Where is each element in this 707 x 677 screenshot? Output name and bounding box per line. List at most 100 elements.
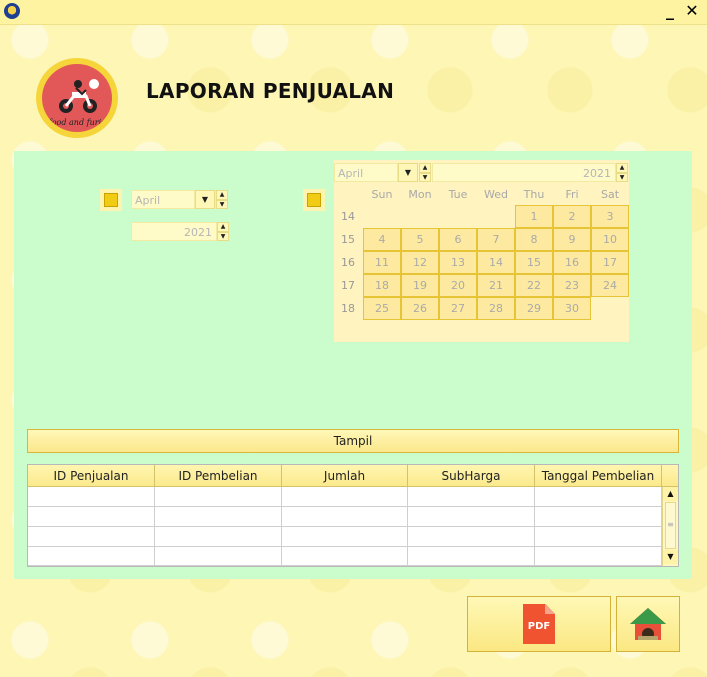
- calendar-day[interactable]: 5: [401, 228, 439, 251]
- column-header[interactable]: Jumlah: [282, 465, 408, 487]
- spin-up-icon[interactable]: ▲: [419, 163, 431, 173]
- calendar-day[interactable]: 22: [515, 274, 553, 297]
- spin-up-icon[interactable]: ▲: [217, 222, 229, 232]
- weekday-label: Sat: [600, 188, 620, 201]
- table-cell[interactable]: [408, 507, 535, 527]
- pdf-icon: PDF: [523, 604, 555, 644]
- calendar-day[interactable]: 8: [515, 228, 553, 251]
- calendar-day[interactable]: 23: [553, 274, 591, 297]
- sales-table: ID Penjualan ID Pembelian Jumlah SubHarg…: [27, 464, 679, 567]
- calendar-day[interactable]: 26: [401, 297, 439, 320]
- calendar-day[interactable]: 6: [439, 228, 477, 251]
- table-cell[interactable]: [155, 527, 282, 547]
- calendar-day[interactable]: 24: [591, 274, 629, 297]
- calendar-widget: April ▼ ▲ ▼ 2021 ▲ ▼ Sun Mon Tue Wed Thu F…: [334, 160, 629, 342]
- spin-down-icon[interactable]: ▼: [616, 172, 628, 182]
- calendar-month-spinner[interactable]: ▲ ▼: [419, 163, 431, 182]
- calendar-day[interactable]: 12: [401, 251, 439, 274]
- table-cell[interactable]: [408, 487, 535, 507]
- table-cell[interactable]: [282, 547, 408, 566]
- scroll-down-icon[interactable]: ▼: [663, 550, 678, 564]
- calendar-day[interactable]: 16: [553, 251, 591, 274]
- weekday-label: Mon: [408, 188, 432, 201]
- calendar-day[interactable]: 7: [477, 228, 515, 251]
- weekday-label: Sun: [371, 188, 393, 201]
- table-cell[interactable]: [535, 487, 662, 507]
- month-spinner[interactable]: ▲ ▼: [216, 190, 228, 209]
- table-cell[interactable]: [282, 487, 408, 507]
- weekday-label: Wed: [484, 188, 508, 201]
- calendar-day[interactable]: 1: [515, 205, 553, 228]
- calendar-day[interactable]: 2: [553, 205, 591, 228]
- calendar-day[interactable]: 14: [477, 251, 515, 274]
- weekday-label: Thu: [523, 188, 545, 201]
- spin-down-icon[interactable]: ▼: [216, 199, 228, 209]
- week-number: 14: [341, 210, 355, 223]
- spin-down-icon[interactable]: ▼: [419, 172, 431, 182]
- home-button[interactable]: [616, 596, 680, 652]
- calendar-day[interactable]: 4: [363, 228, 401, 251]
- calendar-day[interactable]: 18: [363, 274, 401, 297]
- table-cell[interactable]: [155, 487, 282, 507]
- tampil-button[interactable]: Tampil: [27, 429, 679, 453]
- calendar-day[interactable]: 28: [477, 297, 515, 320]
- calendar-day[interactable]: 11: [363, 251, 401, 274]
- table-cell[interactable]: [408, 547, 535, 566]
- table-cell[interactable]: [535, 507, 662, 527]
- year-spinner[interactable]: 2021 ▲ ▼: [131, 222, 229, 241]
- chevron-down-icon[interactable]: ▼: [398, 163, 418, 182]
- scroll-up-icon[interactable]: ▲: [663, 487, 678, 501]
- calendar-icon: [307, 193, 321, 207]
- calendar-day[interactable]: 30: [553, 297, 591, 320]
- calendar-day[interactable]: 15: [515, 251, 553, 274]
- table-cell[interactable]: [28, 507, 155, 527]
- column-header[interactable]: ID Penjualan: [28, 465, 155, 487]
- table-cell[interactable]: [28, 547, 155, 566]
- table-cell[interactable]: [535, 527, 662, 547]
- calendar-day[interactable]: 10: [591, 228, 629, 251]
- table-cell[interactable]: [28, 527, 155, 547]
- calendar-day[interactable]: 9: [553, 228, 591, 251]
- spin-down-icon[interactable]: ▼: [217, 231, 229, 241]
- calendar-day[interactable]: 13: [439, 251, 477, 274]
- table-cell[interactable]: [155, 507, 282, 527]
- calendar-year-spinner[interactable]: 2021 ▲ ▼: [432, 163, 628, 182]
- spin-up-icon[interactable]: ▲: [216, 190, 228, 200]
- close-button[interactable]: ✕: [682, 1, 702, 21]
- month-select-value: April: [131, 190, 195, 209]
- table-cell[interactable]: [155, 547, 282, 566]
- calendar-day[interactable]: 3: [591, 205, 629, 228]
- calendar-day[interactable]: 25: [363, 297, 401, 320]
- column-header[interactable]: ID Pembelian: [155, 465, 282, 487]
- logo-text: food and furious: [48, 118, 112, 127]
- chevron-down-icon[interactable]: ▼: [195, 190, 215, 209]
- table-cell[interactable]: [535, 547, 662, 566]
- calendar-day[interactable]: 19: [401, 274, 439, 297]
- week-number: 17: [341, 279, 355, 292]
- calendar-toggle-button-2[interactable]: [303, 189, 325, 211]
- scroll-thumb[interactable]: ≡: [665, 502, 676, 549]
- calendar-day[interactable]: 29: [515, 297, 553, 320]
- table-cell[interactable]: [28, 487, 155, 507]
- calendar-month-select[interactable]: April ▼: [334, 163, 418, 182]
- spin-up-icon[interactable]: ▲: [616, 163, 628, 173]
- week-number: 16: [341, 256, 355, 269]
- table-scrollbar[interactable]: ▲ ≡ ▼: [662, 487, 678, 566]
- table-cell[interactable]: [282, 507, 408, 527]
- calendar-day[interactable]: 17: [591, 251, 629, 274]
- calendar-toggle-button[interactable]: [100, 189, 122, 211]
- column-header[interactable]: Tanggal Pembelian: [535, 465, 662, 487]
- weekday-label: Fri: [565, 188, 579, 201]
- calendar-day[interactable]: 21: [477, 274, 515, 297]
- calendar-day[interactable]: 20: [439, 274, 477, 297]
- table-cell[interactable]: [408, 527, 535, 547]
- page-title: LAPORAN PENJUALAN: [146, 79, 395, 103]
- column-header[interactable]: SubHarga: [408, 465, 535, 487]
- month-select[interactable]: April ▼: [131, 190, 215, 209]
- export-pdf-button[interactable]: PDF: [467, 596, 611, 652]
- pdf-icon-label: PDF: [527, 621, 551, 632]
- week-number: 15: [341, 233, 355, 246]
- minimize-button[interactable]: _: [660, 1, 680, 21]
- calendar-day[interactable]: 27: [439, 297, 477, 320]
- table-cell[interactable]: [282, 527, 408, 547]
